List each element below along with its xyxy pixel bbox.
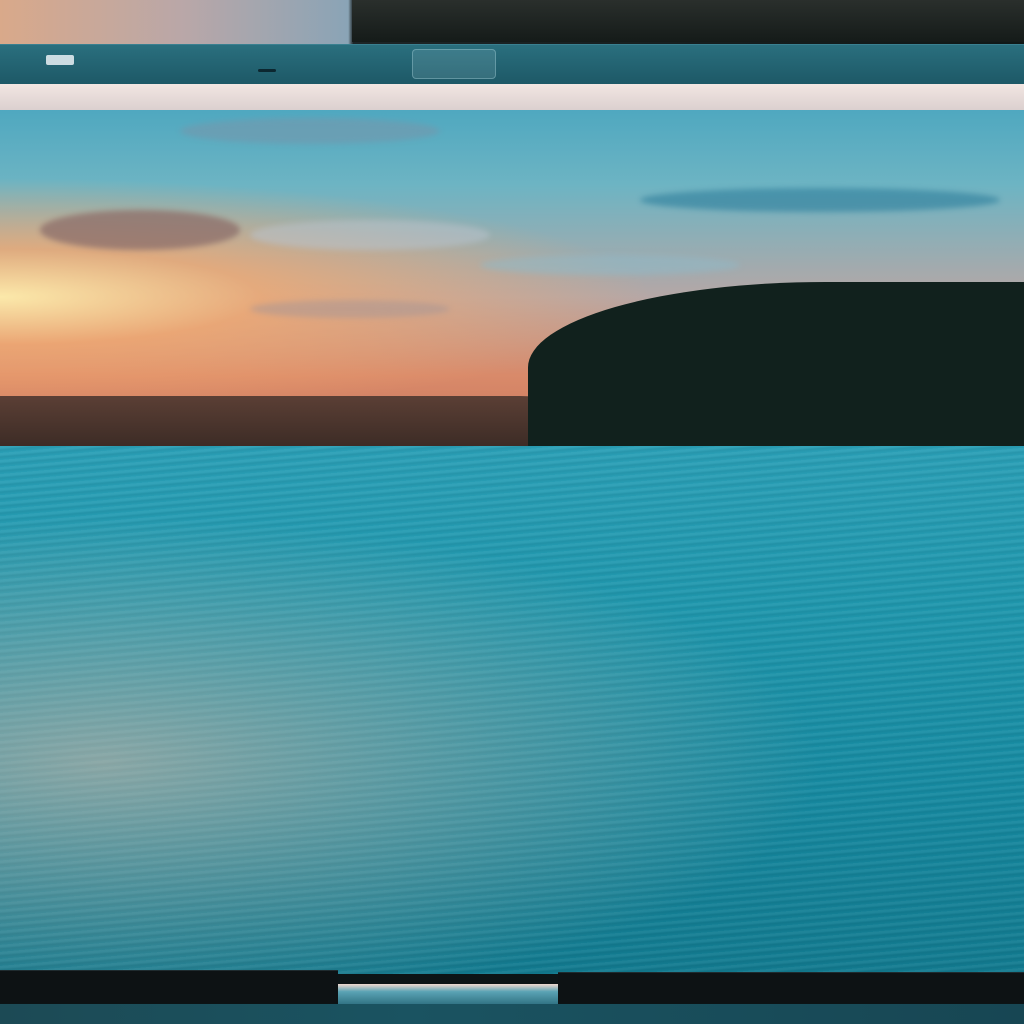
main-image-viewport[interactable] xyxy=(0,110,1024,974)
thumbnail-selected[interactable] xyxy=(338,984,558,1006)
cloud xyxy=(480,255,740,275)
cloud xyxy=(640,188,1000,212)
forest-headland xyxy=(528,282,1024,472)
cloud xyxy=(250,220,490,250)
top-thumbnail-strip[interactable] xyxy=(0,0,1024,44)
tag-icon[interactable] xyxy=(46,55,74,65)
cloud xyxy=(250,300,450,318)
lake-water xyxy=(0,446,1024,974)
top-thumbnail-cliff xyxy=(352,0,1024,42)
toolbar-separator xyxy=(0,84,1024,111)
image-icon[interactable] xyxy=(412,49,496,79)
cloud xyxy=(40,210,240,250)
thumbnail-right[interactable] xyxy=(558,972,1024,1003)
cloud xyxy=(180,118,440,144)
bottom-filmstrip xyxy=(0,970,1024,1024)
filmstrip-footer xyxy=(0,1004,1024,1024)
thumbnail-left[interactable] xyxy=(0,970,338,1003)
distant-hills xyxy=(0,396,560,446)
toolbar xyxy=(0,44,1024,85)
minus-icon[interactable] xyxy=(258,69,276,72)
app-window xyxy=(0,0,1024,1024)
